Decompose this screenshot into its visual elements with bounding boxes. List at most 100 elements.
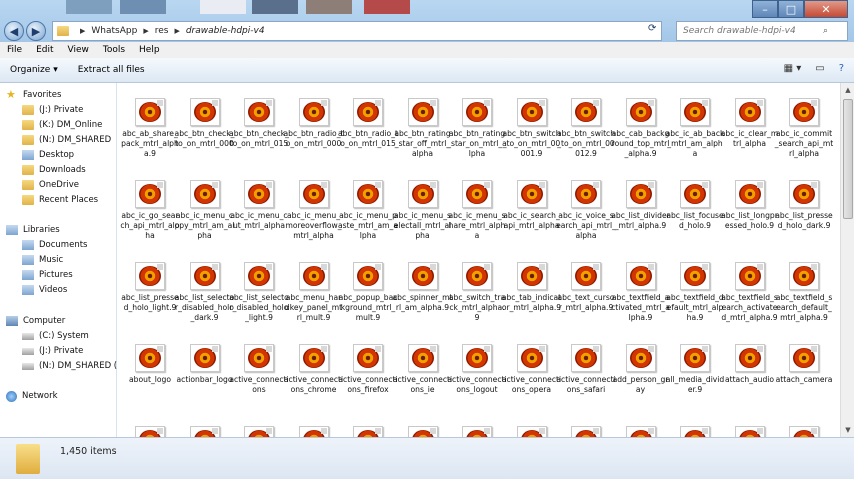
scroll-down-icon[interactable]: ▼ (841, 423, 854, 437)
file-item[interactable] (559, 416, 613, 437)
file-item[interactable] (777, 416, 831, 437)
extract-all-button[interactable]: Extract all files (68, 65, 155, 75)
nav-drive-c[interactable]: (C:) System (22, 329, 89, 343)
file-item[interactable]: abc_textfield_search_default_mtrl_alpha.… (776, 252, 832, 332)
file-item[interactable]: attach_audio (723, 334, 777, 414)
maximize-button[interactable]: □ (778, 0, 804, 18)
change-view-icon[interactable]: ▦ ▾ (784, 63, 802, 74)
file-item[interactable]: abc_list_selector_disabled_holo_dark.9 (175, 252, 234, 332)
file-item[interactable] (396, 416, 450, 437)
menu-help[interactable]: Help (132, 45, 167, 55)
file-item[interactable]: abc_list_focused_holo.9 (666, 170, 724, 250)
file-item[interactable]: abc_textfield_default_mtrl_alpha.9 (666, 252, 724, 332)
file-item[interactable]: abc_btn_switch_to_on_mtrl_00001.9 (502, 88, 561, 168)
file-item[interactable]: abc_ic_menu_copy_mtrl_am_alpha (175, 170, 234, 250)
file-item[interactable]: abc_btn_rating_star_off_mtrl_alpha (394, 88, 451, 168)
taskbar-thumbnail[interactable] (252, 0, 298, 14)
file-item[interactable]: abc_btn_rating_star_on_mtrl_alpha (447, 88, 507, 168)
menu-edit[interactable]: Edit (29, 45, 60, 55)
file-item[interactable] (668, 416, 722, 437)
nav-drive-n[interactable]: (N:) DM_SHARED (\ (22, 359, 120, 373)
file-item[interactable]: add_person_gray (613, 334, 668, 414)
breadcrumb-current[interactable]: drawable-hdpi-v4 (186, 26, 265, 36)
file-item[interactable]: all_media_divider.9 (666, 334, 724, 414)
nav-item-desktop[interactable]: Desktop (22, 148, 74, 162)
file-item[interactable]: abc_ic_search_api_mtrl_alpha (503, 170, 560, 250)
file-item[interactable]: attach_camera (776, 334, 832, 414)
file-item[interactable]: abc_spinner_mtrl_am_alpha.9 (393, 252, 452, 332)
close-button[interactable]: ✕ (804, 0, 848, 18)
file-item[interactable]: abc_ab_share_pack_mtrl_alpha.9 (121, 88, 179, 168)
file-item[interactable]: abc_menu_hardkey_panel_mtrl_mult.9 (285, 252, 342, 332)
nav-libraries[interactable]: Libraries (6, 223, 60, 237)
search-input[interactable] (683, 26, 823, 36)
file-item[interactable]: abc_btn_switch_to_on_mtrl_00012.9 (557, 88, 615, 168)
nav-item-music[interactable]: Music (22, 253, 63, 267)
breadcrumb-res[interactable]: res (155, 26, 169, 36)
file-item[interactable]: abc_textfield_search_activated_mtrl_alph… (721, 252, 778, 332)
help-icon[interactable]: ? (839, 63, 844, 74)
nav-item-videos[interactable]: Videos (22, 283, 67, 297)
nav-item-documents[interactable]: Documents (22, 238, 87, 252)
nav-item-pictures[interactable]: Pictures (22, 268, 73, 282)
address-bar[interactable]: ▶ WhatsApp ▶ res ▶ drawable-hdpi-v4 (52, 21, 662, 41)
file-item[interactable]: abc_ic_commit_search_api_mtrl_alpha (775, 88, 833, 168)
file-item[interactable]: abc_btn_check_to_on_mtrl_015 (229, 88, 289, 168)
nav-item-downloads[interactable]: Downloads (22, 163, 86, 177)
taskbar-thumbnail[interactable] (120, 0, 166, 14)
file-item[interactable]: abc_ic_menu_share_mtrl_alpha (449, 170, 505, 250)
file-item[interactable]: abc_popup_background_mtrl_mult.9 (339, 252, 397, 332)
taskbar-thumbnail[interactable] (66, 0, 112, 14)
file-item[interactable]: abc_list_pressed_holo_dark.9 (775, 170, 833, 250)
file-item[interactable]: abc_ic_menu_paste_mtrl_am_alpha (338, 170, 398, 250)
file-item[interactable]: abc_cab_background_top_mtrl_alpha.9 (612, 88, 669, 168)
file-item[interactable]: active_connections_opera (502, 334, 561, 414)
nav-item-recent-places[interactable]: Recent Places (22, 193, 98, 207)
file-item[interactable]: abc_switch_track_mtrl_alpha.9 (449, 252, 505, 332)
file-item[interactable]: abc_ic_go_search_api_mtrl_alpha (120, 170, 180, 250)
file-item[interactable]: abc_tab_indicator_mtrl_alpha.9 (502, 252, 561, 332)
file-item[interactable]: actionbar_logo (177, 334, 233, 414)
file-item[interactable] (341, 416, 395, 437)
nav-network[interactable]: Network (6, 389, 58, 403)
file-item[interactable]: abc_btn_check_to_on_mtrl_000 (175, 88, 234, 168)
nav-item-k-dm-online[interactable]: (K:) DM_Online (22, 118, 102, 132)
file-item[interactable] (123, 416, 177, 437)
file-item[interactable]: active_connections_logout (447, 334, 507, 414)
file-item[interactable] (178, 416, 232, 437)
refresh-icon[interactable]: ⟳ (648, 23, 656, 34)
file-item[interactable]: abc_btn_radio_to_on_mtrl_015 (338, 88, 398, 168)
file-item[interactable]: abc_ic_menu_moreoverflow_mtrl_alpha (285, 170, 342, 250)
scroll-up-icon[interactable]: ▲ (841, 83, 854, 97)
file-item[interactable]: abc_list_divider_mtrl_alpha.9 (611, 170, 670, 250)
nav-computer[interactable]: Computer (6, 314, 65, 328)
taskbar-thumbnail[interactable] (364, 0, 410, 14)
nav-item-j-private[interactable]: (J:) Private (22, 103, 83, 117)
back-button[interactable]: ◀ (4, 21, 24, 41)
nav-item-n-dm-shared[interactable]: (N:) DM_SHARED (22, 133, 111, 147)
file-item[interactable]: abc_textfield_activated_mtrl_alpha.9 (611, 252, 670, 332)
file-item[interactable] (723, 416, 777, 437)
file-item[interactable]: abc_ic_ab_back_mtrl_am_alpha (666, 88, 724, 168)
menu-file[interactable]: File (0, 45, 29, 55)
file-item[interactable]: active_connections_ie (393, 334, 452, 414)
scrollbar-thumb[interactable] (843, 99, 853, 219)
file-item[interactable]: abc_list_pressed_holo_light.9 (121, 252, 179, 332)
file-item[interactable]: abc_ic_menu_selectall_mtrl_alpha (394, 170, 451, 250)
file-item[interactable] (287, 416, 341, 437)
file-item[interactable]: active_connections_firefox (338, 334, 398, 414)
file-item[interactable] (450, 416, 504, 437)
file-item[interactable]: active_connections_safari (556, 334, 616, 414)
file-item[interactable]: about_logo (123, 334, 177, 414)
file-item[interactable]: abc_list_longpressed_holo.9 (721, 170, 778, 250)
file-item[interactable] (232, 416, 286, 437)
vertical-scrollbar[interactable]: ▲ ▼ (840, 83, 854, 437)
file-item[interactable]: abc_ic_clear_mtrl_alpha (721, 88, 778, 168)
menu-tools[interactable]: Tools (96, 45, 132, 55)
file-item[interactable]: abc_ic_menu_cut_mtrl_alpha (230, 170, 288, 250)
file-item[interactable]: abc_text_cursor_mtrl_alpha.9 (558, 252, 614, 332)
nav-drive-j[interactable]: (J:) Private (22, 344, 83, 358)
breadcrumb-whatsapp[interactable]: WhatsApp (91, 26, 137, 36)
file-item[interactable] (505, 416, 559, 437)
menu-view[interactable]: View (61, 45, 96, 55)
